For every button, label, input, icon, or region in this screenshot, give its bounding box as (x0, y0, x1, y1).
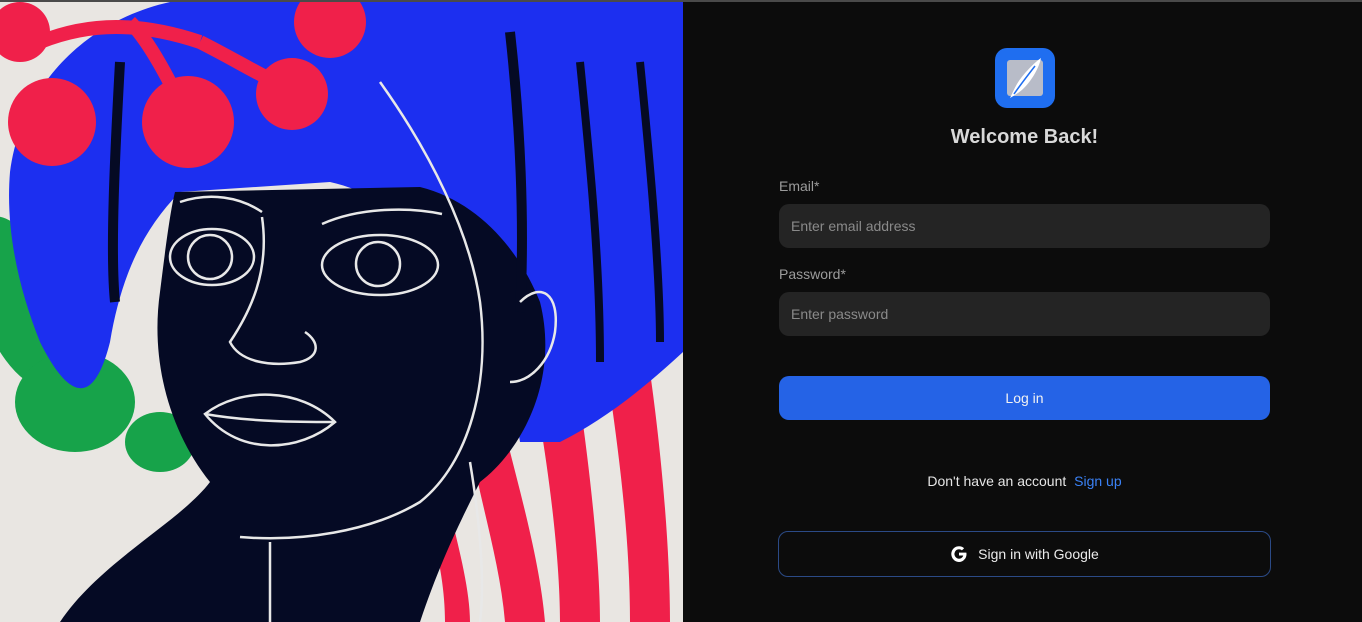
page-title: Welcome Back! (950, 126, 1099, 148)
login-button[interactable]: Log in (779, 376, 1270, 420)
password-field[interactable] (779, 292, 1270, 336)
signup-link[interactable]: Sign up (1074, 473, 1121, 489)
email-label: Email* (779, 178, 820, 194)
google-signin-label: Sign in with Google (978, 546, 1099, 562)
signup-row: Don't have an account Sign up (683, 473, 1362, 489)
app-logo (995, 48, 1055, 108)
google-signin-button[interactable]: Sign in with Google (778, 531, 1271, 577)
signup-prompt: Don't have an account (927, 473, 1067, 489)
quill-pen-icon (1007, 58, 1043, 98)
password-label: Password* (779, 266, 846, 282)
google-g-icon (951, 546, 967, 562)
hero-illustration (0, 2, 683, 622)
login-panel: Welcome Back! Email* Password* Log in Do… (683, 2, 1362, 622)
email-field[interactable] (779, 204, 1270, 248)
